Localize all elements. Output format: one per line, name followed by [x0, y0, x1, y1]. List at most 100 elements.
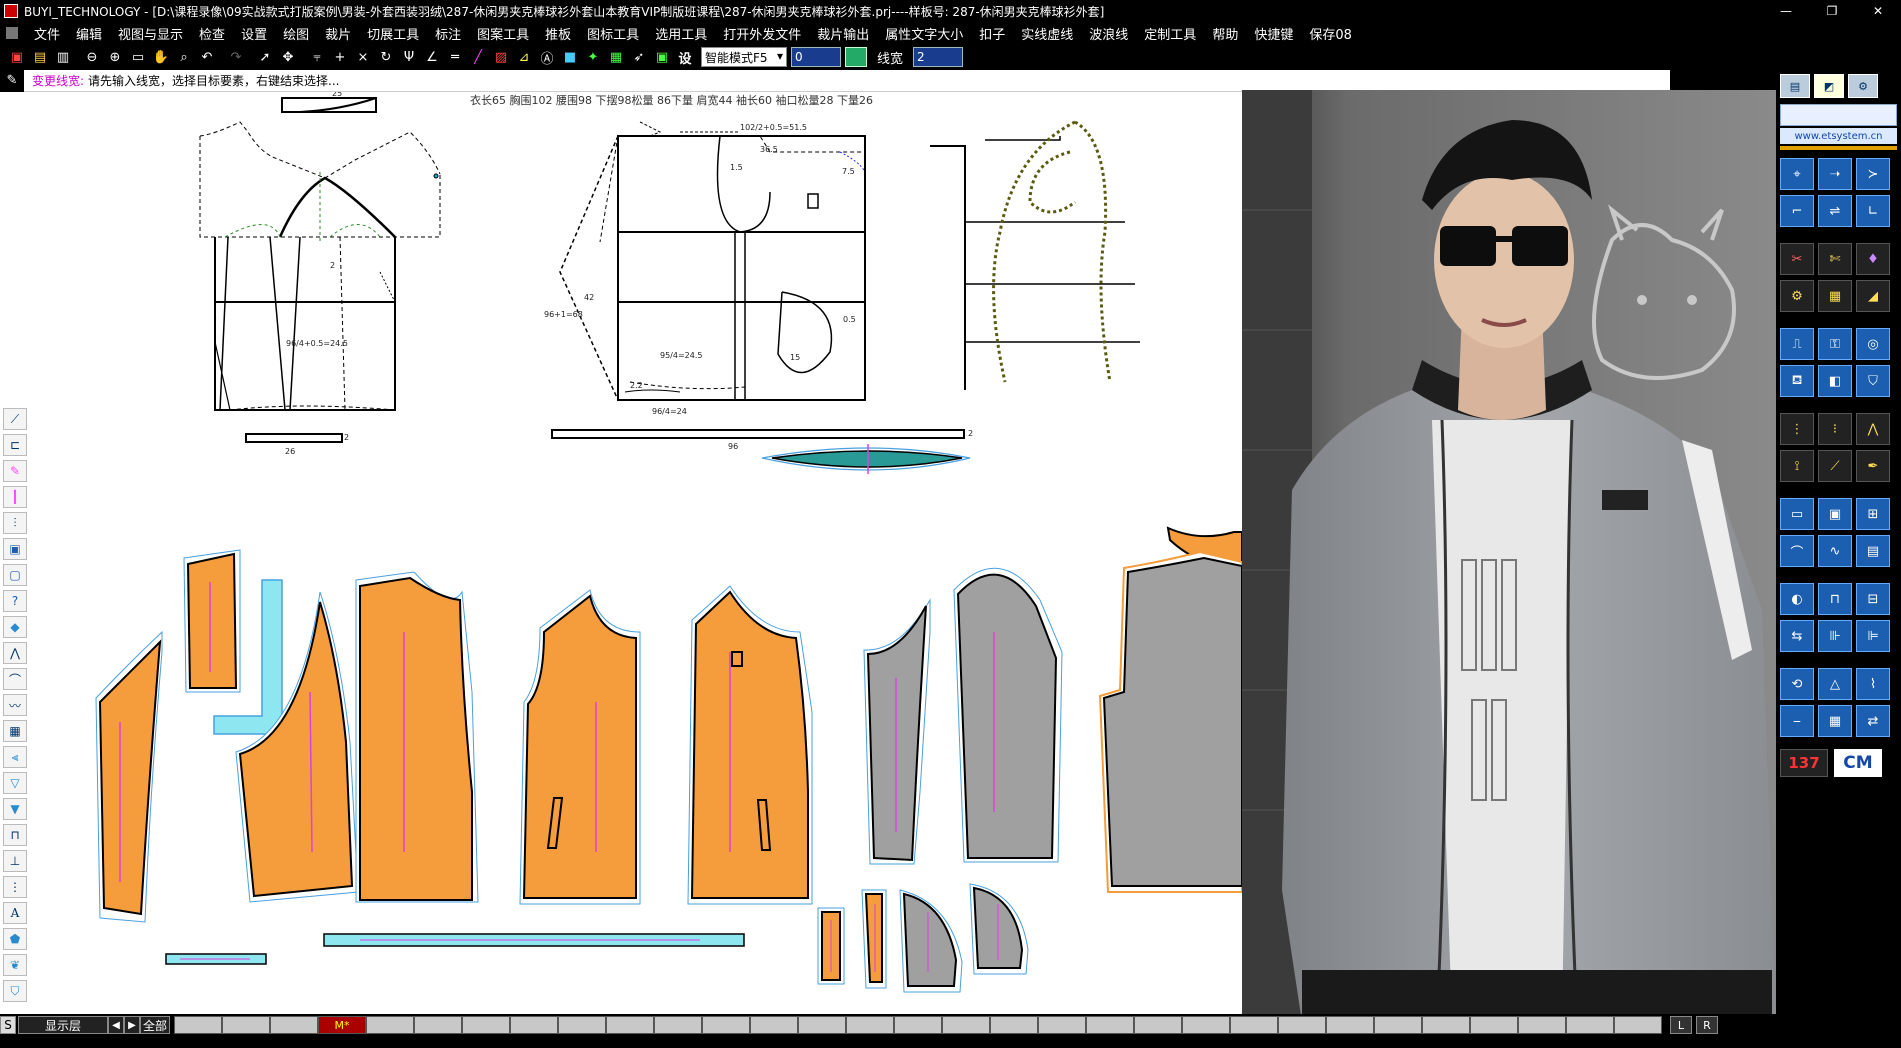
layer-cell[interactable] — [510, 1016, 558, 1034]
tool-arrow-icon[interactable]: ➝ — [1818, 158, 1852, 190]
layer-cell[interactable] — [1422, 1016, 1470, 1034]
fork-icon[interactable]: Ψ — [398, 46, 420, 68]
open-folder-icon[interactable]: ▤ — [29, 46, 51, 68]
menu-edit[interactable]: 编辑 — [68, 24, 110, 43]
tool-chart-icon[interactable]: ⌇ — [1856, 668, 1890, 700]
layer-cell[interactable] — [1518, 1016, 1566, 1034]
tool-spiral-icon[interactable]: ◎ — [1856, 328, 1890, 360]
layer-cell[interactable] — [702, 1016, 750, 1034]
ruler-tool-icon[interactable]: ┃ — [3, 486, 27, 508]
menu-wavy-line[interactable]: 波浪线 — [1081, 24, 1136, 43]
menu-check[interactable]: 检查 — [191, 24, 233, 43]
frame-icon[interactable]: ▣ — [651, 46, 673, 68]
tool-move-icon[interactable]: ⇆ — [1780, 620, 1814, 652]
layer-cell[interactable] — [846, 1016, 894, 1034]
layer-cell[interactable] — [462, 1016, 510, 1034]
tool-sew-icon[interactable]: ⎍ — [1780, 328, 1814, 360]
arrow-tool-icon[interactable]: ➶ — [628, 46, 650, 68]
funnel-tool-icon[interactable]: ▽ — [3, 772, 27, 794]
menu-draw[interactable]: 绘图 — [275, 24, 317, 43]
menu-save08[interactable]: 保存08 — [1301, 24, 1360, 43]
menu-annotate[interactable]: 标注 — [427, 24, 469, 43]
layer-prev-button[interactable]: ◀ — [108, 1016, 124, 1034]
text-icon[interactable]: Ⓐ — [536, 46, 558, 68]
bracket-tool-icon[interactable]: ⊏ — [3, 434, 27, 456]
layer-cell[interactable] — [558, 1016, 606, 1034]
menu-help[interactable]: 帮助 — [1204, 24, 1246, 43]
code-137-button[interactable]: 137 — [1780, 749, 1828, 777]
menu-settings[interactable]: 设置 — [233, 24, 275, 43]
tool-grade-icon[interactable]: ⋮ — [1780, 413, 1814, 445]
menu-open-external[interactable]: 打开外发文件 — [715, 24, 809, 43]
layer-cell[interactable] — [174, 1016, 222, 1034]
layer-cell[interactable] — [1374, 1016, 1422, 1034]
layer-cell[interactable] — [654, 1016, 702, 1034]
menu-pattern-tools[interactable]: 图案工具 — [469, 24, 537, 43]
arc-tool-icon[interactable]: ⌒ — [3, 668, 27, 690]
stitch-tool-icon[interactable]: 〰 — [3, 694, 27, 716]
menu-icon-tools[interactable]: 图标工具 — [579, 24, 647, 43]
menu-custom-tools[interactable]: 定制工具 — [1136, 24, 1204, 43]
left-indicator[interactable]: L — [1670, 1016, 1692, 1034]
layer-cell[interactable] — [1614, 1016, 1662, 1034]
layer-cell[interactable] — [894, 1016, 942, 1034]
restore-button[interactable]: ❐ — [1809, 0, 1855, 22]
level-tool-icon[interactable]: ⊥ — [3, 850, 27, 872]
layer-cell[interactable] — [942, 1016, 990, 1034]
tool-fan-icon[interactable]: ⟋ — [1818, 450, 1852, 482]
menu-grading[interactable]: 推板 — [537, 24, 579, 43]
settings-icon[interactable]: 设 — [674, 46, 696, 68]
tool-dress-icon[interactable]: ♦ — [1856, 243, 1890, 275]
fold-tool-icon[interactable]: ⊓ — [3, 824, 27, 846]
menu-app-icon[interactable] — [6, 27, 18, 39]
layer-cell[interactable] — [750, 1016, 798, 1034]
drawing-canvas[interactable]: 衣长65 胸围102 腰围98 下摆98松量 86下量 肩宽44 袖长60 袖口… — [0, 92, 1242, 1014]
layer-cell[interactable] — [1470, 1016, 1518, 1034]
tool-lock-icon[interactable]: ⚿ — [1818, 328, 1852, 360]
tool-split-icon[interactable]: ⊟ — [1856, 583, 1890, 615]
tool-rotate-icon[interactable]: ⟲ — [1780, 668, 1814, 700]
tool-shirt-icon[interactable]: ⛉ — [1856, 365, 1890, 397]
tool-monitor-icon[interactable]: ▭ — [1780, 498, 1814, 530]
angle-icon[interactable]: ∠ — [421, 46, 443, 68]
menu-piece-output[interactable]: 裁片输出 — [809, 24, 877, 43]
text-tool-icon[interactable]: A — [3, 902, 27, 924]
layer-cell[interactable] — [1230, 1016, 1278, 1034]
close-button[interactable]: ✕ — [1855, 0, 1901, 22]
tool-curve-icon[interactable]: ⌒ — [1780, 535, 1814, 567]
pan-hand-icon[interactable]: ✋ — [150, 46, 172, 68]
tool-swap-icon[interactable]: ⇄ — [1856, 705, 1890, 737]
parallel-icon[interactable]: ═ — [444, 46, 466, 68]
notch-tool-icon[interactable]: ⋀ — [3, 642, 27, 664]
layer-cell[interactable] — [1134, 1016, 1182, 1034]
tool-pen-icon[interactable]: ✒ — [1856, 450, 1890, 482]
layer-next-button[interactable]: ▶ — [124, 1016, 140, 1034]
fit-screen-icon[interactable]: ▭ — [127, 46, 149, 68]
menu-shortcuts[interactable]: 快捷键 — [1246, 24, 1301, 43]
layer-marker-cell[interactable]: M* — [318, 1016, 366, 1034]
tool-doc-icon[interactable]: ▤ — [1856, 535, 1890, 567]
layer-cell[interactable] — [606, 1016, 654, 1034]
hatch-icon[interactable]: ▨ — [490, 46, 512, 68]
tool-stitch-icon[interactable]: ⊪ — [1818, 620, 1852, 652]
tool-triangle-icon[interactable]: △ — [1818, 668, 1852, 700]
undo-icon[interactable]: ↶ — [196, 46, 218, 68]
tool-pocket-icon[interactable]: ⊓ — [1818, 583, 1852, 615]
tool-piece-icon[interactable]: ◧ — [1818, 365, 1852, 397]
tool-cut-icon[interactable]: ✄ — [1818, 243, 1852, 275]
right-indicator[interactable]: R — [1696, 1016, 1718, 1034]
shape-tool-icon[interactable]: ◆ — [3, 616, 27, 638]
move-icon[interactable]: ✥ — [277, 46, 299, 68]
zoom-out-icon[interactable]: ⊖ — [81, 46, 103, 68]
triangle-tool-icon[interactable]: ▼ — [3, 798, 27, 820]
snap-s-button[interactable]: S — [0, 1016, 16, 1034]
tool-corner-icon[interactable]: ⌐ — [1780, 195, 1814, 227]
adjust-icon[interactable]: ⫧ — [306, 46, 328, 68]
layer-cell[interactable] — [414, 1016, 462, 1034]
tool-wave-icon[interactable]: ∿ — [1818, 535, 1852, 567]
layer-cell[interactable] — [222, 1016, 270, 1034]
bucket-tool-icon[interactable]: ⛉ — [3, 980, 27, 1002]
display-layer-button[interactable]: 显示层 — [18, 1016, 108, 1034]
tool-ruler-icon[interactable]: ⎯ — [1780, 705, 1814, 737]
tool-peak-icon[interactable]: ⋀ — [1856, 413, 1890, 445]
